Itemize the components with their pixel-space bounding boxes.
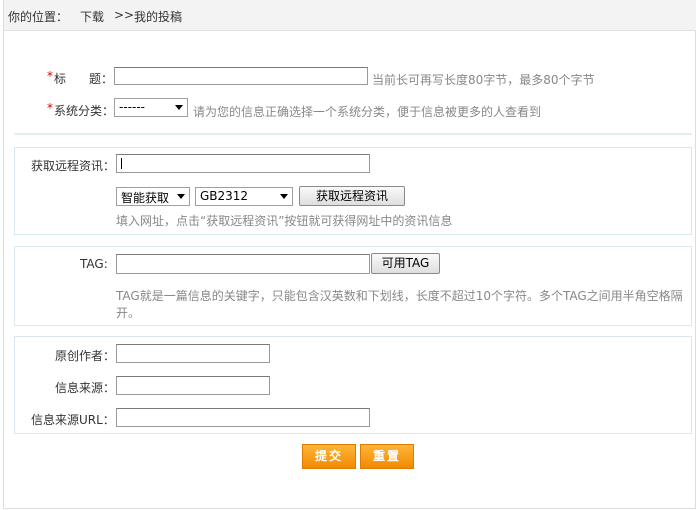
remote-mode-select[interactable]: 智能获取 — [116, 187, 190, 206]
author-label: 原创作者： — [55, 349, 116, 363]
category-select[interactable]: ------ — [114, 98, 188, 117]
origin-input[interactable] — [116, 376, 270, 395]
origin-label: 信息来源： — [55, 381, 116, 395]
category-hint: 请为您的信息正确选择一个系统分类，便于信息被更多的人查看到 — [193, 105, 542, 119]
author-input[interactable] — [116, 344, 270, 363]
remote-charset-select[interactable]: GB2312 — [195, 187, 293, 206]
text-caret — [121, 158, 122, 169]
remote-label: 获取远程资讯： — [31, 159, 116, 173]
title-required-mark: * — [47, 69, 53, 83]
tag-label: TAG: — [80, 257, 108, 271]
breadcrumb: 你的位置： 下载 >> 我的投稿 — [4, 0, 696, 31]
tag-hint-line2: 开。 — [116, 306, 141, 320]
divider — [14, 133, 692, 135]
category-label: 系统分类： — [54, 104, 115, 118]
submit-button[interactable]: 提交 — [302, 444, 356, 469]
remote-mode-selected: 智能获取 — [121, 191, 170, 205]
origin-url-label: 信息来源URL： — [31, 413, 115, 427]
breadcrumb-prefix: 你的位置： — [8, 10, 69, 24]
origin-url-input[interactable] — [116, 408, 370, 427]
available-tag-button[interactable]: 可用TAG — [371, 253, 440, 274]
reset-button[interactable]: 重置 — [360, 444, 414, 469]
tag-input[interactable] — [116, 254, 370, 274]
chevron-down-icon — [280, 194, 288, 199]
breadcrumb-separator: >> — [114, 8, 135, 22]
title-label-a: 标 — [54, 72, 67, 86]
tag-hint-line1: TAG就是一篇信息的关键字，只能包含汉英数和下划线，长度不超过10个字符。多个T… — [116, 289, 683, 303]
remote-hint: 填入网址，点击“获取远程资讯”按钮就可获得网址中的资讯信息 — [116, 214, 453, 228]
remote-charset-selected: GB2312 — [200, 189, 249, 203]
fetch-remote-button[interactable]: 获取远程资讯 — [299, 186, 405, 206]
title-input[interactable] — [114, 67, 368, 85]
title-hint: 当前长可再写长度80字节，最多80个字节 — [372, 73, 595, 87]
breadcrumb-link[interactable]: 下载 — [80, 8, 104, 25]
chevron-down-icon — [177, 194, 185, 199]
remote-url-input[interactable] — [116, 154, 370, 173]
category-required-mark: * — [47, 101, 53, 115]
title-label-b: 题： — [89, 72, 114, 86]
breadcrumb-current: 我的投稿 — [134, 10, 183, 24]
category-selected: ------ — [119, 100, 145, 114]
chevron-down-icon — [175, 105, 183, 110]
